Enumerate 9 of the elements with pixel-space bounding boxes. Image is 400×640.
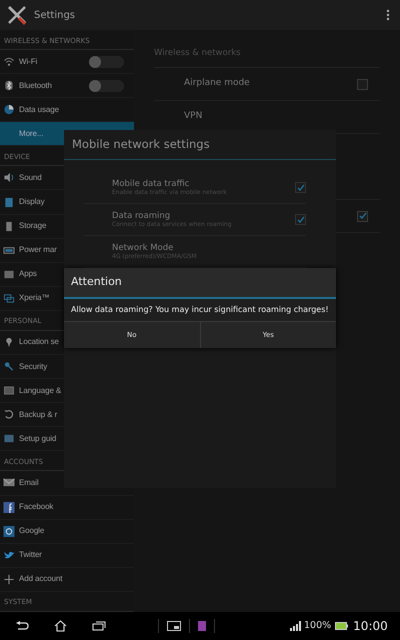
dialog-title: Mobile network settings	[64, 130, 336, 160]
section-header: Wireless & networks	[154, 40, 380, 68]
setting-title: Network Mode	[112, 242, 174, 253]
app-title: Settings	[34, 8, 76, 22]
setting-title: Data roaming	[112, 210, 172, 221]
battery-percentage: 100%	[304, 618, 332, 633]
clock: 10:00	[353, 618, 388, 635]
setting-title: Mobile data traffic	[112, 178, 190, 189]
dialog-title: Attention	[64, 268, 336, 299]
